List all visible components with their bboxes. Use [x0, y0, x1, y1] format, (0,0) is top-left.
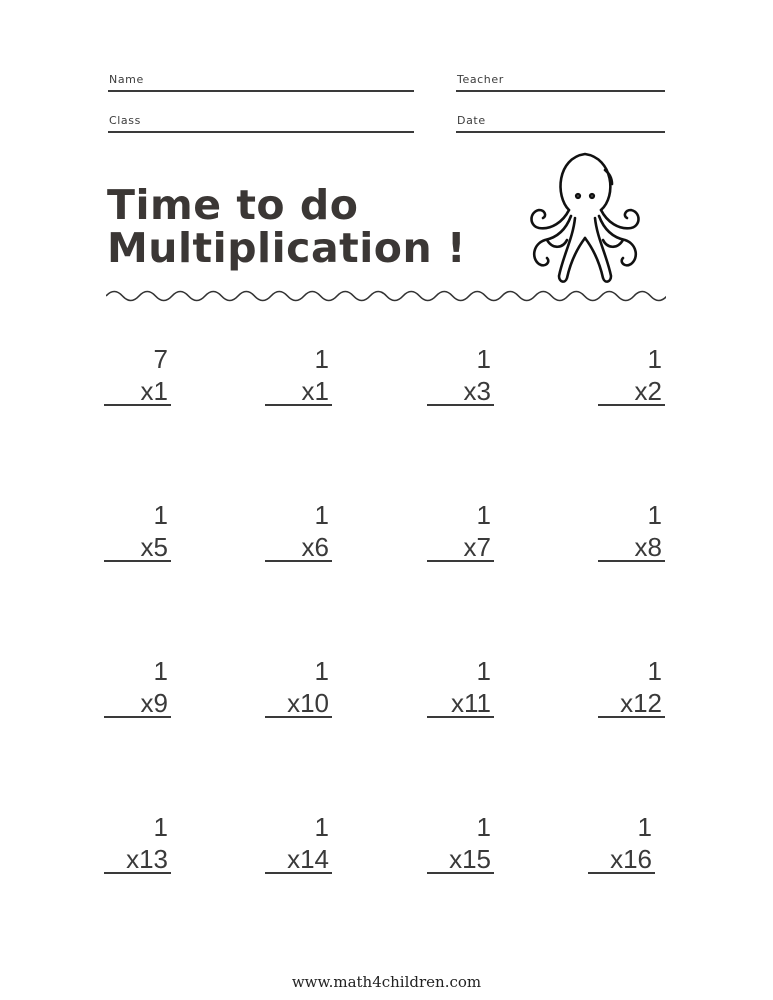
name-field[interactable]: Name: [108, 73, 414, 93]
footer-website: www.math4children.com: [291, 973, 482, 991]
multiplier: x15: [449, 844, 491, 874]
problem-8: 1 x8: [598, 500, 668, 570]
multiplicand: 1: [153, 500, 168, 530]
problem-15: 1 x15: [427, 812, 497, 882]
date-label: Date: [457, 114, 486, 127]
problem-11: 1 x11: [427, 656, 497, 726]
problem-2: 1 x1: [265, 344, 335, 414]
multiplier: x8: [634, 532, 662, 562]
multiplicand: 1: [314, 500, 329, 530]
answer-line[interactable]: [265, 404, 332, 406]
multiplier: x5: [140, 532, 168, 562]
teacher-line: [456, 90, 665, 92]
problem-7: 1 x7: [427, 500, 497, 570]
answer-line[interactable]: [265, 716, 332, 718]
multiplier: x3: [463, 376, 491, 406]
problem-12: 1 x12: [598, 656, 668, 726]
multiplier: x1: [140, 376, 168, 406]
multiplicand: 1: [314, 812, 329, 842]
answer-line[interactable]: [598, 716, 665, 718]
answer-line[interactable]: [427, 872, 494, 874]
multiplier: x6: [301, 532, 329, 562]
problem-10: 1 x10: [265, 656, 335, 726]
problem-4: 1 x2: [598, 344, 668, 414]
answer-line[interactable]: [104, 716, 171, 718]
multiplicand: 1: [153, 656, 168, 686]
multiplicand: 1: [476, 344, 491, 374]
problem-14: 1 x14: [265, 812, 335, 882]
multiplicand: 1: [476, 500, 491, 530]
answer-line[interactable]: [427, 404, 494, 406]
name-line: [108, 90, 414, 92]
answer-line[interactable]: [588, 872, 655, 874]
multiplier: x13: [126, 844, 168, 874]
answer-line[interactable]: [104, 872, 171, 874]
answer-line[interactable]: [265, 560, 332, 562]
class-line: [108, 131, 414, 133]
multiplicand: 7: [153, 344, 168, 374]
multiplier: x14: [287, 844, 329, 874]
page-title: Time to do Multiplication !: [107, 184, 466, 270]
teacher-field[interactable]: Teacher: [456, 73, 665, 93]
answer-line[interactable]: [598, 560, 665, 562]
answer-line[interactable]: [598, 404, 665, 406]
class-label: Class: [109, 114, 141, 127]
problem-3: 1 x3: [427, 344, 497, 414]
answer-line[interactable]: [427, 560, 494, 562]
multiplicand: 1: [153, 812, 168, 842]
problem-13: 1 x13: [104, 812, 174, 882]
multiplicand: 1: [476, 656, 491, 686]
multiplier: x7: [463, 532, 491, 562]
date-field[interactable]: Date: [456, 114, 665, 134]
multiplicand: 1: [476, 812, 491, 842]
multiplier: x9: [140, 688, 168, 718]
multiplier: x10: [287, 688, 329, 718]
problem-1: 7 x1: [104, 344, 174, 414]
octopus-icon: [530, 152, 640, 283]
title-line-1: Time to do: [107, 181, 359, 229]
wave-divider: [106, 290, 666, 302]
worksheet-page: Name Teacher Class Date Time to do Multi…: [0, 0, 773, 1000]
answer-line[interactable]: [104, 404, 171, 406]
date-line: [456, 131, 665, 133]
answer-line[interactable]: [265, 872, 332, 874]
answer-line[interactable]: [104, 560, 171, 562]
title-line-2: Multiplication !: [107, 224, 467, 272]
multiplier: x1: [301, 376, 329, 406]
multiplier: x16: [610, 844, 652, 874]
answer-line[interactable]: [427, 716, 494, 718]
multiplier: x2: [634, 376, 662, 406]
multiplicand: 1: [647, 500, 662, 530]
multiplicand: 1: [314, 656, 329, 686]
problem-5: 1 x5: [104, 500, 174, 570]
multiplicand: 1: [647, 656, 662, 686]
multiplicand: 1: [314, 344, 329, 374]
name-label: Name: [109, 73, 144, 86]
multiplier: x11: [451, 688, 491, 718]
problem-16: 1 x16: [588, 812, 658, 882]
multiplicand: 1: [637, 812, 652, 842]
class-field[interactable]: Class: [108, 114, 414, 134]
problem-6: 1 x6: [265, 500, 335, 570]
multiplicand: 1: [647, 344, 662, 374]
multiplier: x12: [620, 688, 662, 718]
teacher-label: Teacher: [457, 73, 504, 86]
problem-9: 1 x9: [104, 656, 174, 726]
